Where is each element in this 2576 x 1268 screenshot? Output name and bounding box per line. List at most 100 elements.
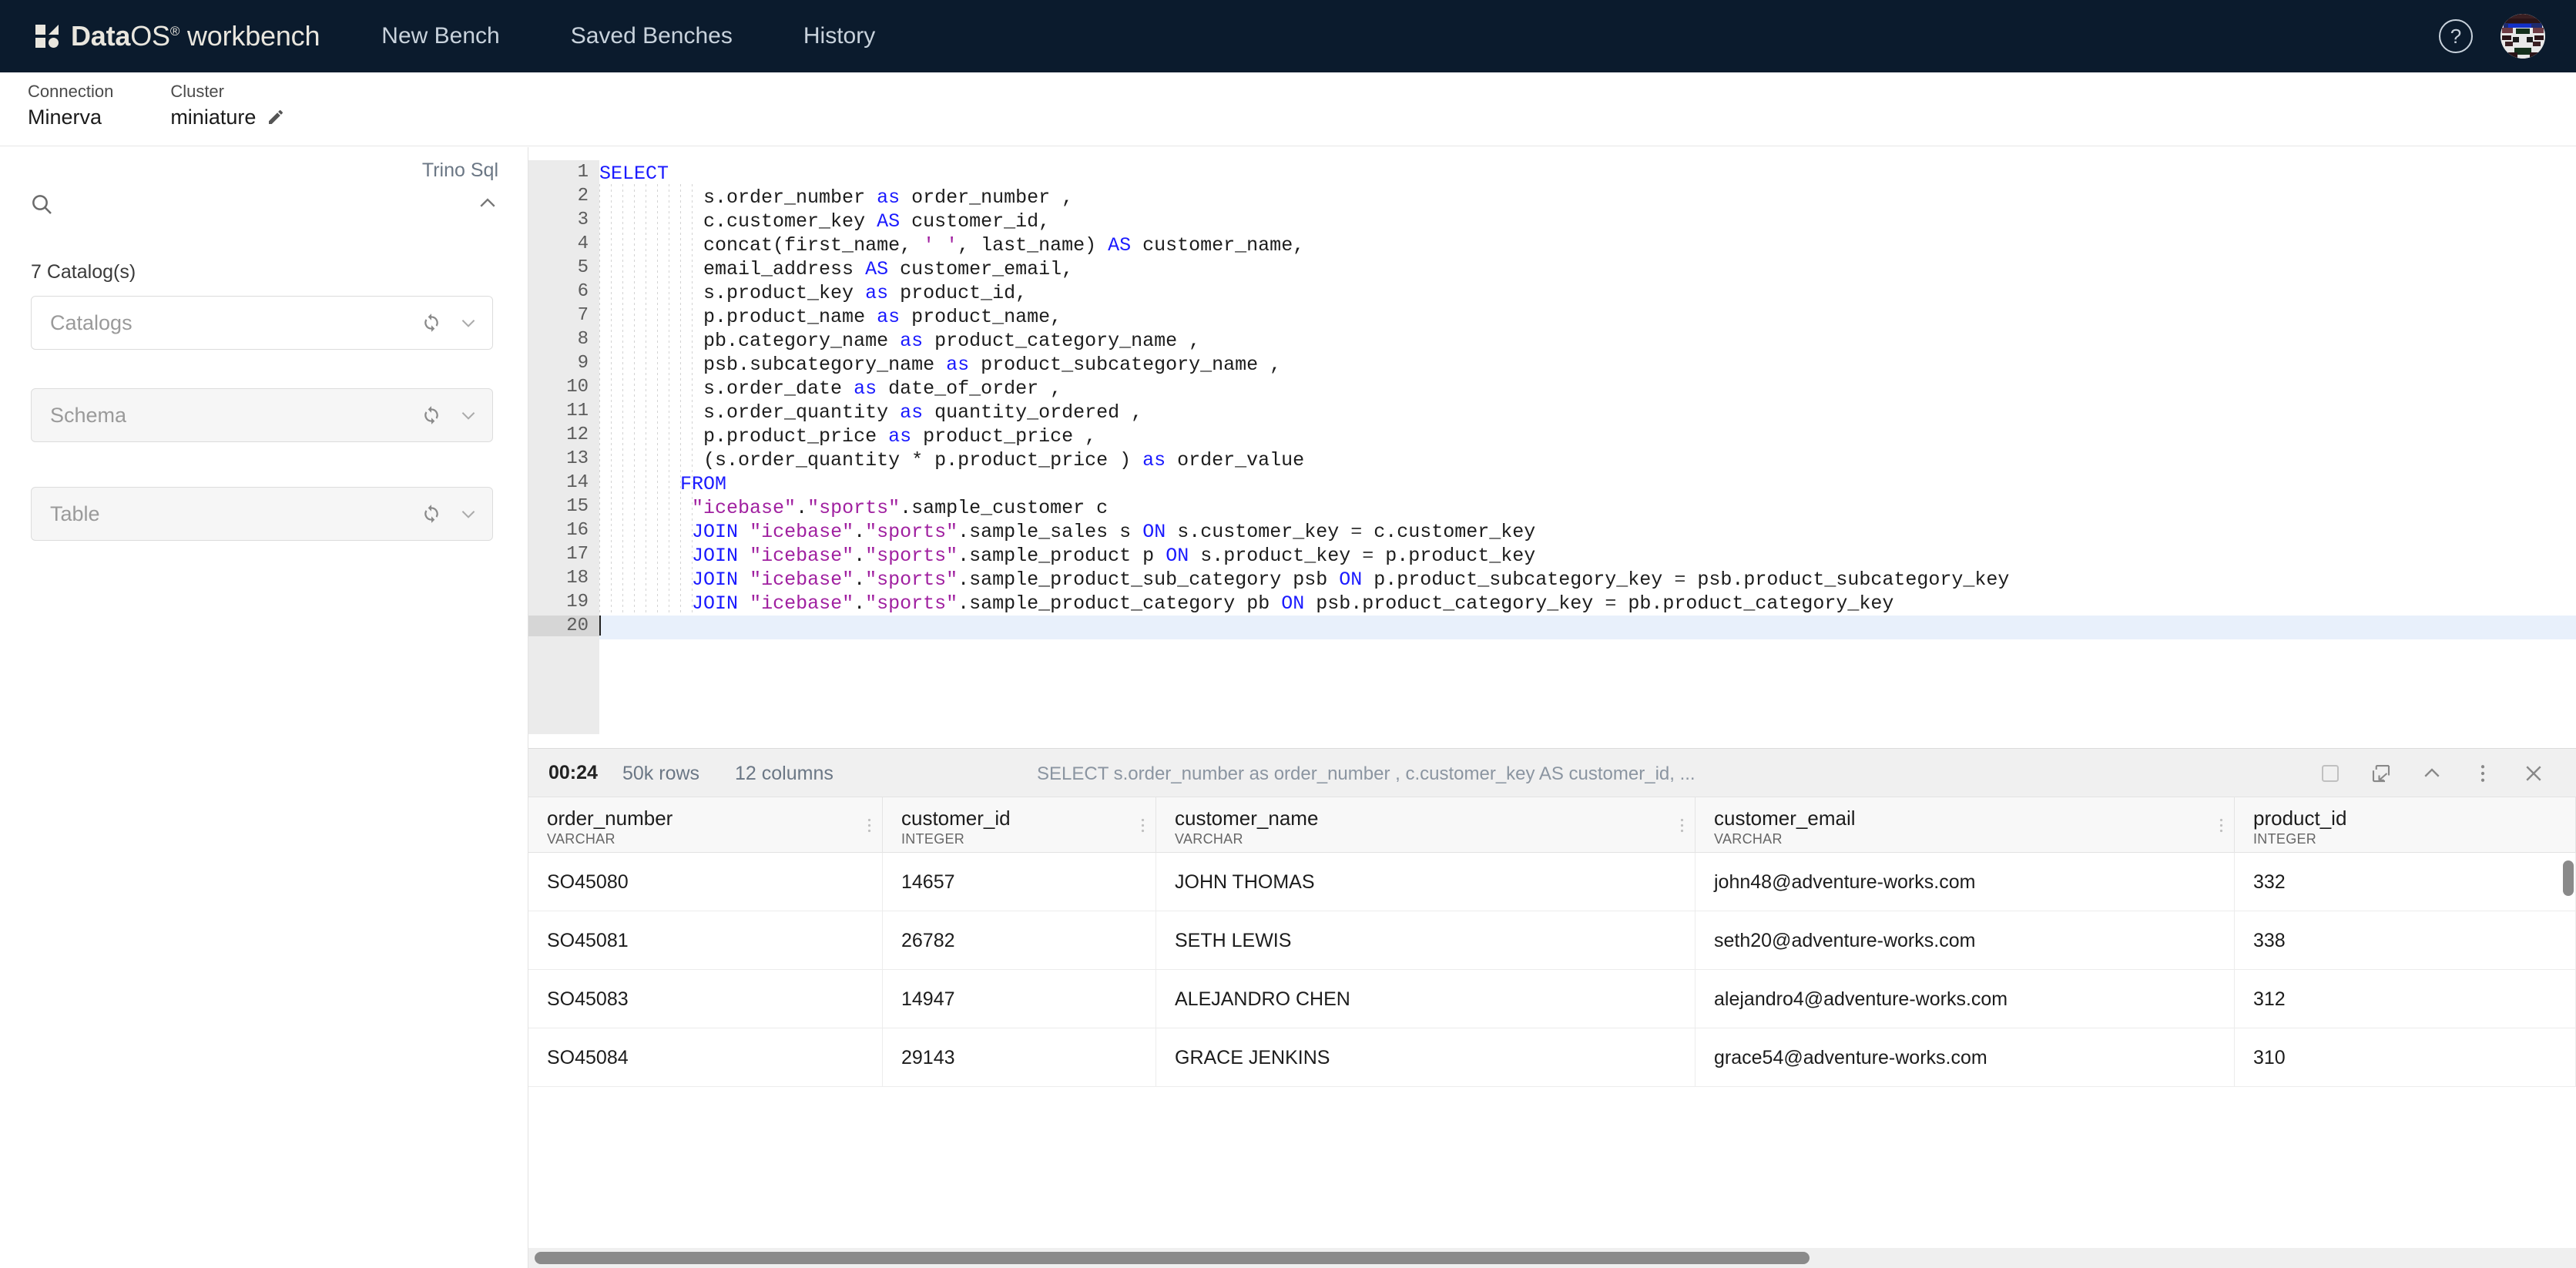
row-count: 50k rows [622, 763, 700, 784]
editor-gutter: 1 2 3 4 5 6 7 8 9 10 11 12 13 14 15 16 17 18 19 20 [528, 160, 599, 734]
table-cell: ALEJANDRO CHEN [1156, 970, 1696, 1028]
table-cell: 338 [2235, 911, 2576, 970]
connection-block: Connection Minerva [28, 80, 113, 131]
column-header[interactable]: product_id INTEGER [2235, 797, 2576, 853]
code-line[interactable]: s.order_number as order_number , [599, 186, 1073, 210]
code-line[interactable]: (s.order_quantity * p.product_price ) as… [599, 448, 1304, 472]
chevron-down-icon[interactable] [458, 504, 478, 524]
column-menu-icon[interactable] [1680, 817, 1684, 834]
refresh-icon[interactable] [421, 504, 441, 524]
table-row[interactable]: SO45080 14657 JOHN THOMAS john48@adventure-… [528, 853, 2576, 911]
vertical-scrollbar[interactable] [2563, 860, 2574, 896]
code-token: ' ' [923, 234, 958, 257]
line-number: 1 [577, 162, 589, 183]
column-header[interactable]: order_number VARCHAR [528, 797, 883, 853]
code-line[interactable]: JOIN "icebase"."sports".sample_product p… [599, 544, 1535, 568]
line-number: 19 [566, 592, 589, 612]
column-menu-icon[interactable] [2219, 817, 2223, 834]
nav-item-history[interactable]: History [803, 23, 875, 49]
avatar[interactable] [2501, 14, 2545, 59]
workbench-app: DataOS® workbench New Bench Saved Benche… [0, 0, 2576, 1268]
code-line[interactable] [599, 616, 2576, 639]
column-header[interactable]: customer_email VARCHAR [1696, 797, 2235, 853]
nav-links: New Bench Saved Benches History [381, 23, 946, 49]
code-line[interactable]: s.product_key as product_id, [599, 281, 1027, 305]
code-token: ON [1166, 545, 1189, 567]
column-menu-icon[interactable] [1141, 817, 1145, 834]
chevron-up-icon[interactable] [476, 192, 499, 215]
chevron-down-icon[interactable] [458, 313, 478, 333]
table-select[interactable]: Table [31, 487, 493, 541]
refresh-icon[interactable] [421, 405, 441, 425]
results-table-header: order_number VARCHAR customer_id INTEGER cus… [528, 797, 2576, 853]
close-icon[interactable] [2508, 749, 2559, 798]
refresh-icon[interactable] [421, 313, 441, 333]
help-icon[interactable]: ? [2439, 19, 2473, 53]
line-number: 8 [577, 329, 589, 350]
search-icon[interactable] [29, 192, 54, 216]
square-icon[interactable] [2305, 749, 2356, 798]
code-line[interactable]: s.order_quantity as quantity_ordered , [599, 401, 1142, 424]
editor-code-area[interactable]: SELECT s.order_number as order_number , … [599, 160, 2576, 734]
code-token: p.product_subcategory_key [1362, 569, 1675, 591]
column-header[interactable]: customer_name VARCHAR [1156, 797, 1696, 853]
sidebar-search-row [0, 187, 528, 235]
code-line[interactable]: p.product_name as product_name, [599, 305, 1062, 329]
code-line[interactable]: psb.subcategory_name as product_subcateg… [599, 353, 1281, 377]
code-token: s.order_quantity [703, 401, 901, 424]
catalogs-select[interactable]: Catalogs [31, 296, 493, 350]
code-line[interactable]: email_address AS customer_email, [599, 257, 1073, 281]
code-token: AS [865, 258, 889, 280]
more-vertical-icon[interactable] [2457, 749, 2508, 798]
code-line[interactable]: p.product_price as product_price , [599, 424, 1096, 448]
nav-item-new-bench[interactable]: New Bench [381, 23, 499, 49]
column-menu-icon[interactable] [867, 817, 871, 834]
table-cell: SO45084 [528, 1028, 883, 1087]
chevron-up-icon[interactable] [2407, 749, 2457, 798]
table-row[interactable]: SO45081 26782 SETH LEWIS seth20@adventure-w… [528, 911, 2576, 970]
column-header[interactable]: customer_id INTEGER [883, 797, 1156, 853]
code-line[interactable]: JOIN "icebase"."sports".sample_product_s… [599, 568, 2009, 592]
column-header-type: INTEGER [2253, 831, 2317, 847]
code-token: customer_email, [888, 258, 1074, 280]
column-header-type: VARCHAR [1175, 831, 1243, 847]
schema-select-placeholder: Schema [50, 403, 127, 427]
code-line[interactable]: "icebase"."sports".sample_customer c [599, 496, 1108, 520]
code-token: p.product_key [1374, 545, 1536, 567]
sql-editor[interactable]: 1 2 3 4 5 6 7 8 9 10 11 12 13 14 15 16 17 18 19 20 SELECT s… [528, 147, 2576, 887]
code-line[interactable]: JOIN "icebase"."sports".sample_product_c… [599, 592, 1893, 616]
brand-logo[interactable]: DataOS® workbench [35, 20, 320, 52]
code-line[interactable]: JOIN "icebase"."sports".sample_sales s O… [599, 520, 1535, 544]
line-number: 18 [566, 568, 589, 589]
pencil-edit-icon[interactable] [267, 108, 285, 126]
code-token: product_id, [888, 282, 1028, 304]
code-token: as [854, 377, 877, 400]
table-cell: john48@adventure-works.com [1696, 853, 2235, 911]
code-token: as [865, 282, 889, 304]
code-line[interactable]: c.customer_key AS customer_id, [599, 210, 1050, 233]
table-cell: 332 [2235, 853, 2576, 911]
code-token: AS [1108, 234, 1132, 257]
table-row[interactable]: SO45084 29143 GRACE JENKINS grace54@adventu… [528, 1028, 2576, 1087]
horizontal-scrollbar-track[interactable] [528, 1248, 2576, 1268]
brand-registered-mark: ® [169, 24, 180, 39]
code-line[interactable]: s.order_date as date_of_order , [599, 377, 1062, 401]
code-line[interactable]: FROM [599, 472, 726, 496]
code-token: "icebase" [750, 545, 854, 567]
cluster-value-row: miniature [170, 103, 285, 131]
line-number: 16 [566, 520, 589, 541]
nav-item-saved-benches[interactable]: Saved Benches [571, 23, 733, 49]
code-line[interactable]: concat(first_name, ' ', last_name) AS cu… [599, 233, 1304, 257]
horizontal-scrollbar-thumb[interactable] [535, 1252, 1810, 1264]
table-cell: 312 [2235, 970, 2576, 1028]
column-header-type: VARCHAR [547, 831, 615, 847]
expand-panel-icon[interactable] [2356, 749, 2407, 798]
code-line[interactable]: SELECT [599, 162, 669, 186]
table-row[interactable]: SO45083 14947 ALEJANDRO CHEN alejandro4@adv… [528, 970, 2576, 1028]
column-header-name: product_id [2253, 807, 2347, 830]
code-token: product_subcategory_name , [969, 354, 1282, 376]
code-line[interactable]: pb.category_name as product_category_nam… [599, 329, 1200, 353]
schema-select[interactable]: Schema [31, 388, 493, 442]
code-token: p.product_price [703, 425, 889, 448]
chevron-down-icon[interactable] [458, 405, 478, 425]
